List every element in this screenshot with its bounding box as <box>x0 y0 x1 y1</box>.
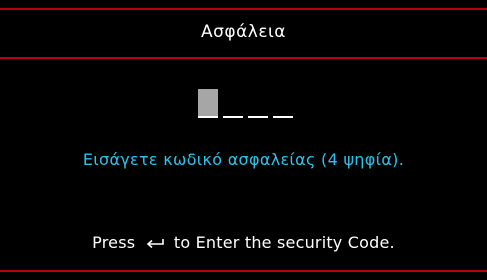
code-digit-3[interactable] <box>248 91 268 118</box>
code-instruction: Εισάγετε κωδικό ασφαλείας (4 ψηφία). <box>82 150 405 169</box>
hint-prefix: Press <box>92 233 136 252</box>
top-divider <box>0 8 487 10</box>
security-code-input[interactable] <box>198 88 293 118</box>
menu-title: Ασφάλεια <box>200 22 287 42</box>
hint-suffix: to Enter the security Code. <box>173 233 395 252</box>
security-osd-dialog: Ασφάλεια Εισάγετε κωδικό ασφαλείας (4 ψη… <box>0 0 487 280</box>
code-digit-2[interactable] <box>223 91 243 118</box>
enter-hint: Press to Enter the security Code. <box>0 233 487 253</box>
code-digit-1[interactable] <box>198 89 218 118</box>
enter-return-icon <box>145 234 165 253</box>
title-divider <box>0 57 487 59</box>
bottom-divider <box>0 270 487 272</box>
code-digit-4[interactable] <box>273 91 293 118</box>
